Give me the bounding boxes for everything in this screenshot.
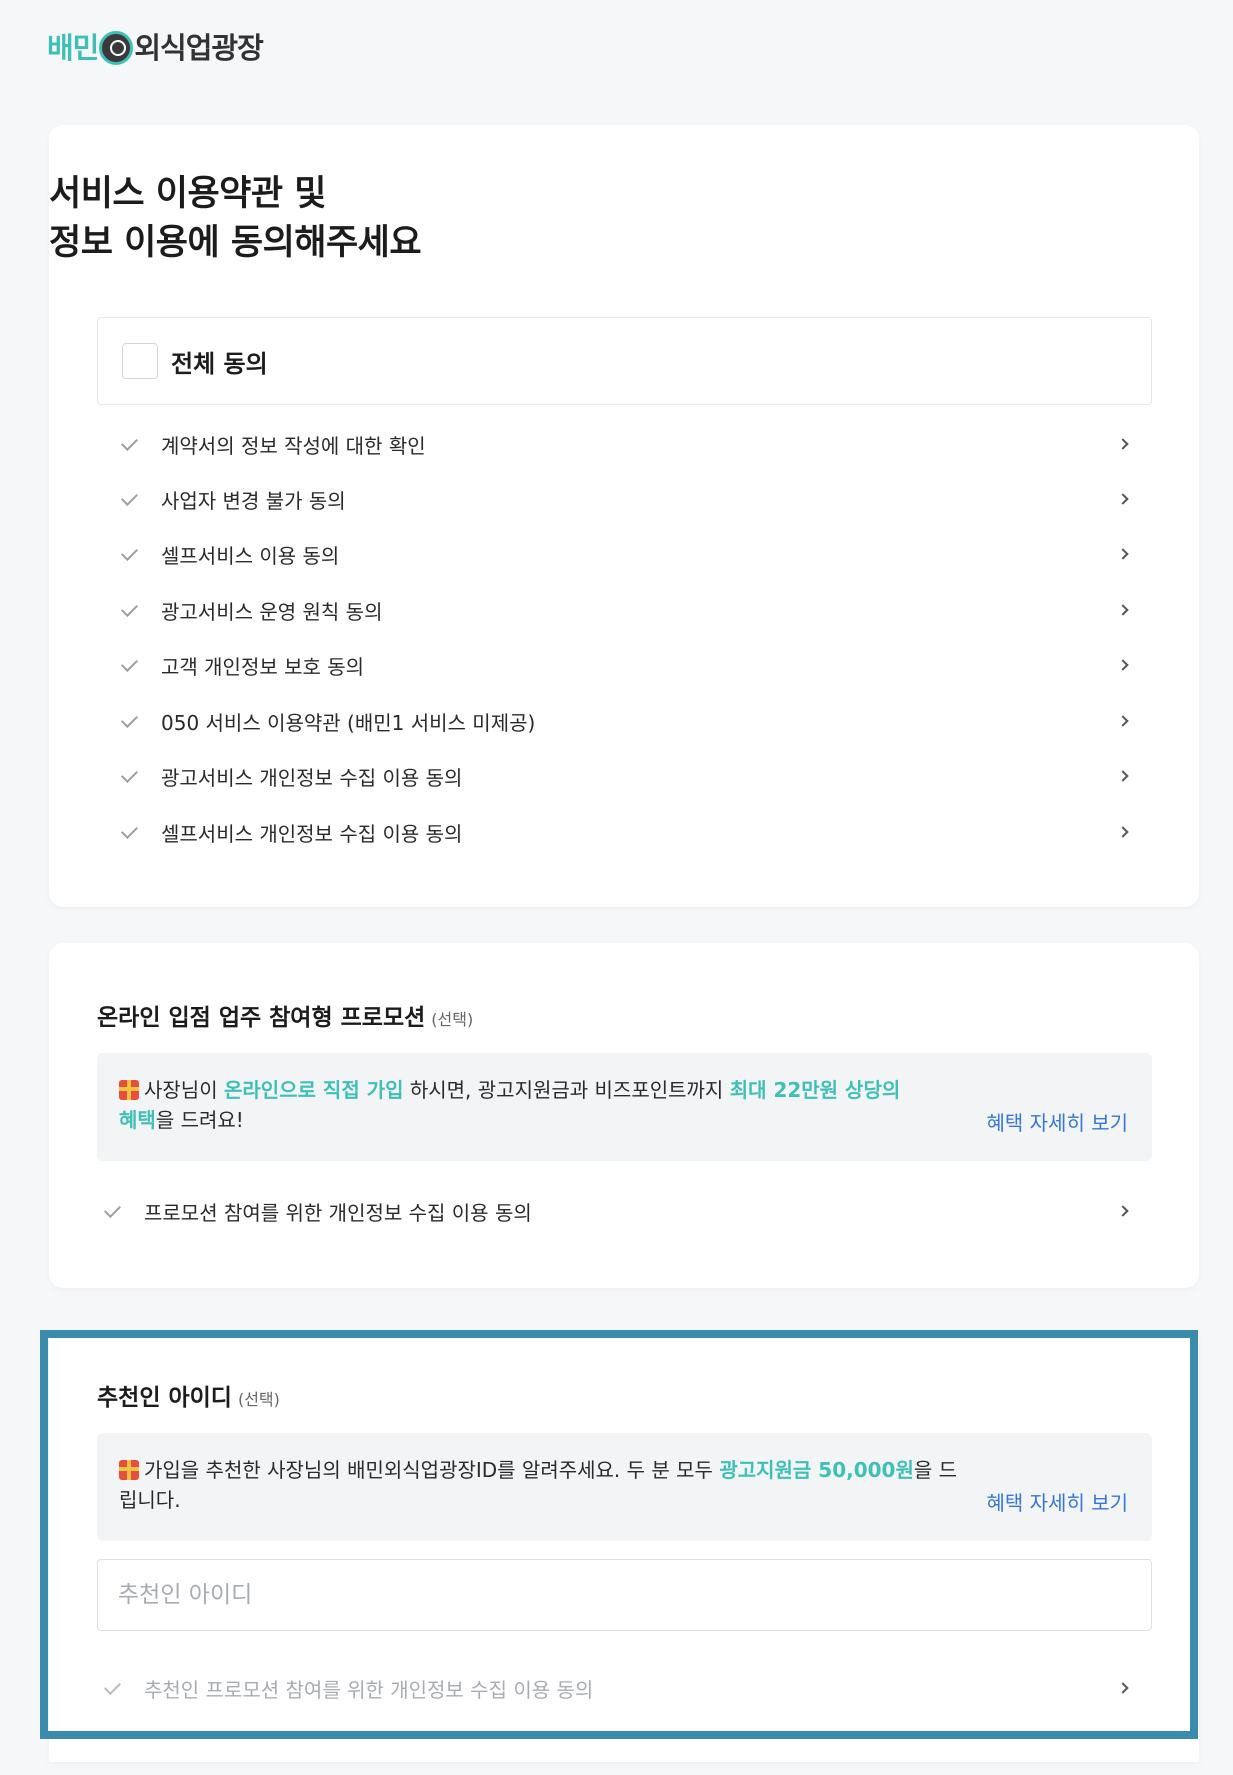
chevron-right-icon[interactable] bbox=[1116, 825, 1130, 839]
promotion-info-text: 사장님이 온라인으로 직접 가입 하시면, 광고지원금과 비즈포인트까지 최대 … bbox=[119, 1078, 901, 1132]
referral-consent-label: 추천인 프로모션 참여를 위한 개인정보 수집 이용 동의 bbox=[144, 1677, 594, 1702]
logo-part1: 배민 bbox=[47, 31, 99, 65]
terms-item[interactable]: 광고서비스 운영 원칙 동의 bbox=[97, 589, 1152, 631]
gift-icon bbox=[119, 1080, 139, 1100]
page-title: 서비스 이용약관 및 정보 이용에 동의해주세요 bbox=[49, 174, 422, 263]
check-icon[interactable] bbox=[121, 434, 141, 454]
terms-item-label: 광고서비스 개인정보 수집 이용 동의 bbox=[161, 765, 463, 790]
chevron-right-icon[interactable] bbox=[1116, 547, 1130, 561]
chevron-right-icon[interactable] bbox=[1116, 603, 1130, 617]
agree-all-checkbox[interactable] bbox=[122, 343, 158, 379]
terms-item-label: 고객 개인정보 보호 동의 bbox=[161, 654, 365, 679]
agree-all-label: 전체 동의 bbox=[171, 349, 268, 378]
agree-all-row[interactable]: 전체 동의 bbox=[97, 317, 1152, 405]
benefit-details-link[interactable]: 혜택 자세히 보기 bbox=[986, 1487, 1128, 1516]
check-icon[interactable] bbox=[121, 600, 141, 620]
referral-info-box: 가입을 추천한 사장님의 배민외식업광장ID를 알려주세요. 두 분 모두 광고… bbox=[97, 1433, 1152, 1541]
terms-item[interactable]: 050 서비스 이용약관 (배민1 서비스 미제공) bbox=[97, 700, 1152, 742]
promotion-title: 온라인 입점 업주 참여형 프로모션 (선택) bbox=[97, 1005, 474, 1031]
terms-item-label: 광고서비스 운영 원칙 동의 bbox=[161, 599, 383, 624]
check-icon[interactable] bbox=[121, 711, 141, 731]
optional-label: (선택) bbox=[431, 1010, 474, 1029]
terms-item[interactable]: 계약서의 정보 작성에 대한 확인 bbox=[97, 423, 1152, 465]
terms-item[interactable]: 사업자 변경 불가 동의 bbox=[97, 478, 1152, 520]
benefit-details-link[interactable]: 혜택 자세히 보기 bbox=[986, 1107, 1128, 1136]
terms-item-label: 셀프서비스 이용 동의 bbox=[161, 543, 340, 568]
referral-title: 추천인 아이디 (선택) bbox=[97, 1385, 280, 1411]
chevron-right-icon[interactable] bbox=[1116, 714, 1130, 728]
terms-item[interactable]: 셀프서비스 개인정보 수집 이용 동의 bbox=[97, 811, 1152, 853]
optional-label: (선택) bbox=[237, 1390, 280, 1409]
promotion-consent-label: 프로모션 참여를 위한 개인정보 수집 이용 동의 bbox=[144, 1200, 532, 1225]
logo-part2: 외식업광장 bbox=[134, 31, 263, 65]
referrer-id-input[interactable] bbox=[98, 1560, 1151, 1630]
check-icon[interactable] bbox=[121, 655, 141, 675]
check-icon[interactable] bbox=[104, 1678, 124, 1698]
page: 배민 외식업광장 서비스 이용약관 및 정보 이용에 동의해주세요 전체 동의 … bbox=[0, 0, 1233, 1775]
check-icon[interactable] bbox=[104, 1201, 124, 1221]
chevron-right-icon[interactable] bbox=[1116, 658, 1130, 672]
referrer-id-field[interactable] bbox=[97, 1559, 1152, 1631]
terms-item-label: 사업자 변경 불가 동의 bbox=[161, 488, 346, 513]
terms-item-label: 050 서비스 이용약관 (배민1 서비스 미제공) bbox=[161, 710, 536, 735]
terms-item-label: 셀프서비스 개인정보 수집 이용 동의 bbox=[161, 821, 463, 846]
check-icon[interactable] bbox=[121, 544, 141, 564]
check-icon[interactable] bbox=[121, 489, 141, 509]
promotion-consent-row[interactable]: 프로모션 참여를 위한 개인정보 수집 이용 동의 bbox=[80, 1190, 1135, 1232]
referral-info-text: 가입을 추천한 사장님의 배민외식업광장ID를 알려주세요. 두 분 모두 광고… bbox=[119, 1458, 958, 1512]
chevron-right-icon[interactable] bbox=[1116, 1681, 1130, 1695]
promotion-info-box: 사장님이 온라인으로 직접 가입 하시면, 광고지원금과 비즈포인트까지 최대 … bbox=[97, 1053, 1152, 1161]
terms-item-label: 계약서의 정보 작성에 대한 확인 bbox=[161, 433, 426, 458]
chevron-right-icon[interactable] bbox=[1116, 437, 1130, 451]
logo[interactable]: 배민 외식업광장 bbox=[47, 24, 264, 68]
check-icon[interactable] bbox=[121, 766, 141, 786]
terms-item[interactable]: 셀프서비스 이용 동의 bbox=[97, 533, 1152, 575]
terms-item[interactable]: 고객 개인정보 보호 동의 bbox=[97, 644, 1152, 686]
terms-item[interactable]: 광고서비스 개인정보 수집 이용 동의 bbox=[97, 755, 1152, 797]
chevron-right-icon[interactable] bbox=[1116, 492, 1130, 506]
check-icon[interactable] bbox=[121, 822, 141, 842]
chevron-right-icon[interactable] bbox=[1116, 769, 1130, 783]
chevron-right-icon[interactable] bbox=[1116, 1204, 1130, 1218]
gift-icon bbox=[119, 1460, 139, 1480]
referral-consent-row[interactable]: 추천인 프로모션 참여를 위한 개인정보 수집 이용 동의 bbox=[80, 1667, 1135, 1709]
logo-badge-icon bbox=[99, 31, 134, 65]
